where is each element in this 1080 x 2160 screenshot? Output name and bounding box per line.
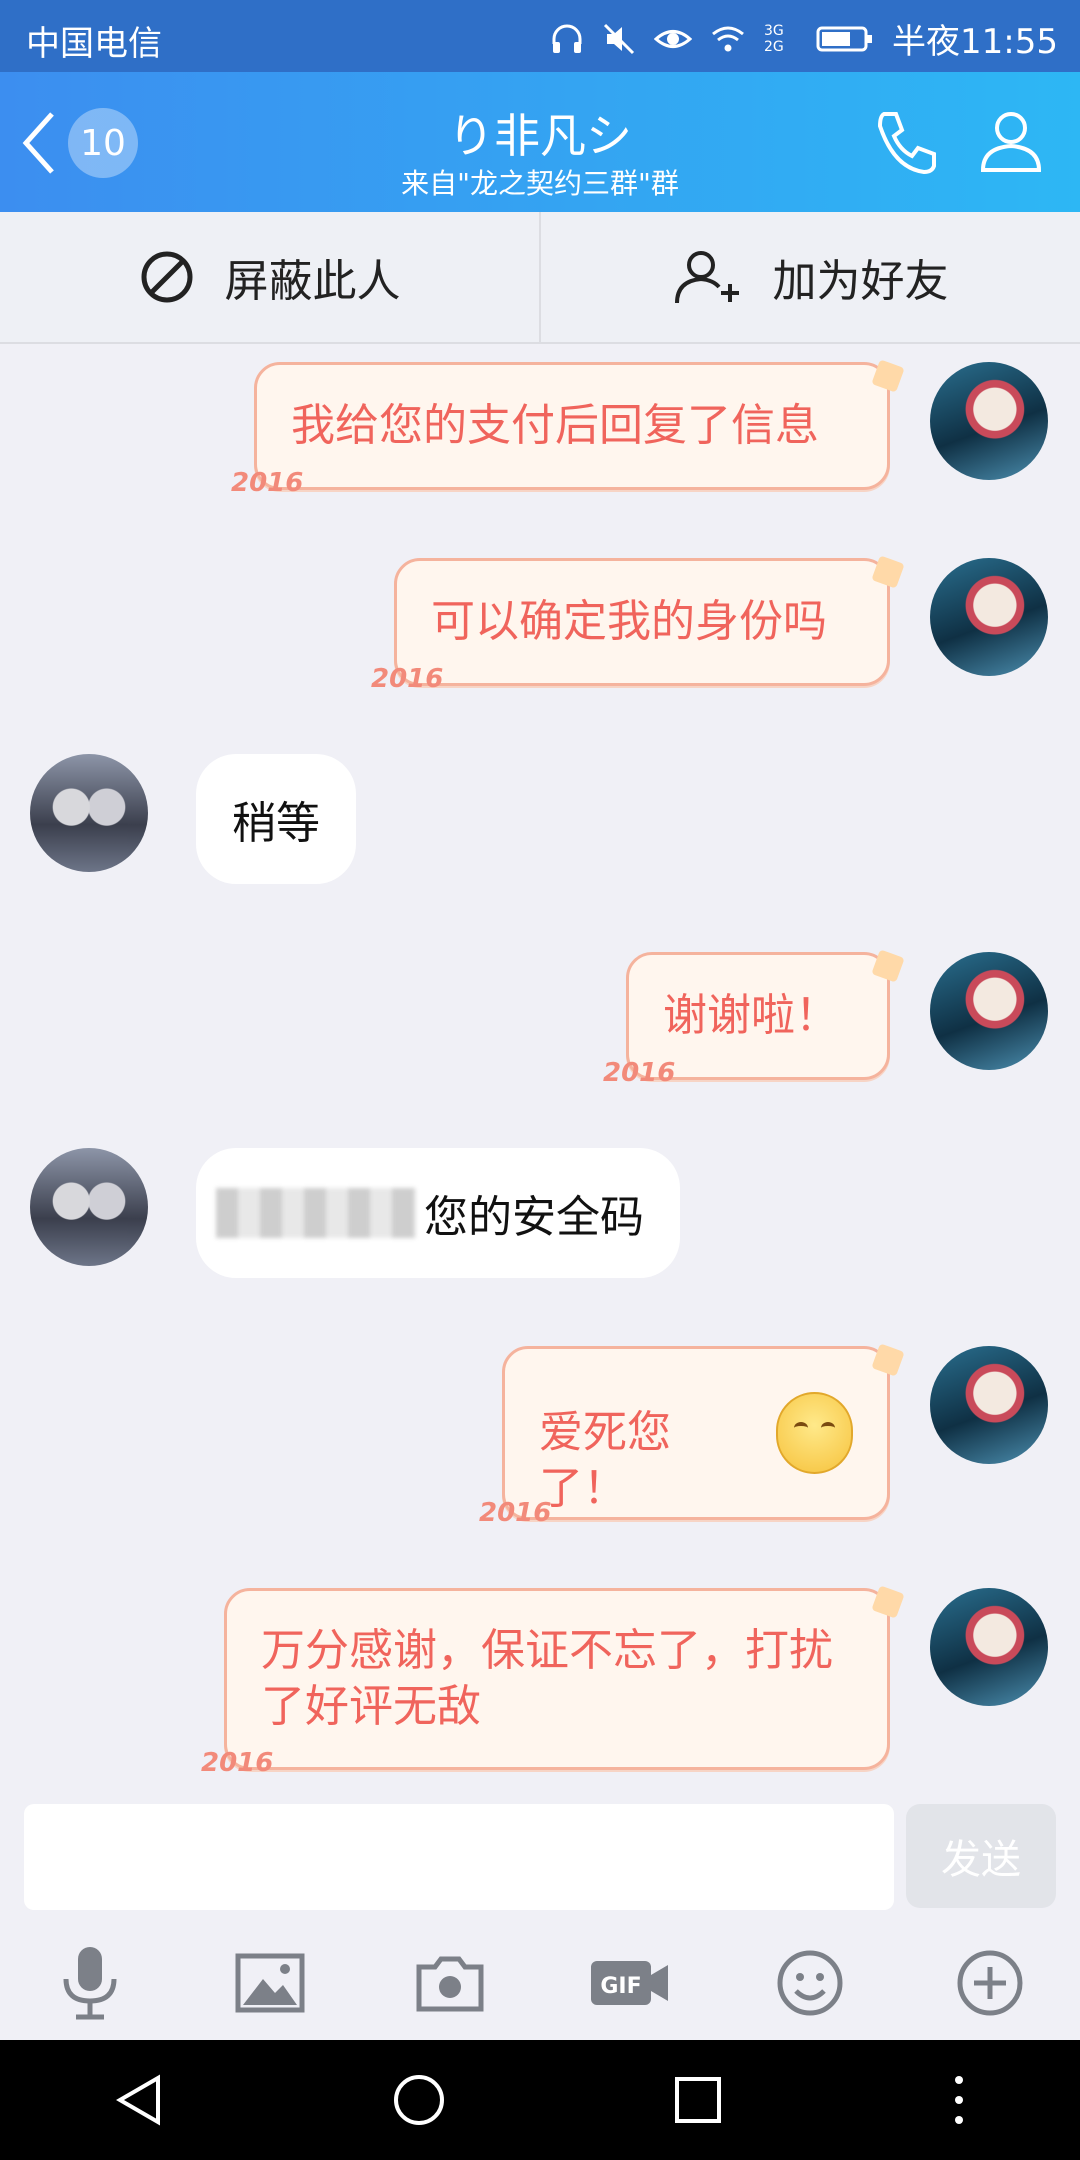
svg-text:GIF: GIF bbox=[600, 1974, 641, 1999]
menu-dots-icon[interactable] bbox=[949, 2072, 969, 2128]
wifi-icon bbox=[712, 26, 744, 51]
carrier-label: 中国电信 bbox=[26, 24, 162, 64]
status-bar: 中国电信 3G 2G 半夜11:55 bbox=[0, 0, 1080, 72]
incoming-message[interactable]: 您的安全码 bbox=[196, 1148, 680, 1278]
bubble-2016-decoration: 2016 bbox=[231, 468, 304, 498]
message-text: 稍等 bbox=[232, 798, 320, 849]
bubble-2016-decoration: 2016 bbox=[371, 664, 444, 694]
mute-icon bbox=[603, 23, 635, 54]
message-row: 爱死您了！ 2016 bbox=[0, 1346, 1080, 1528]
stranger-action-bar: 屏蔽此人 加为好友 bbox=[0, 212, 1080, 344]
add-friend-label: 加为好友 bbox=[772, 256, 949, 307]
bubble-2016-decoration: 2016 bbox=[479, 1498, 552, 1528]
blurred-text bbox=[216, 1188, 416, 1238]
microphone-icon bbox=[63, 1947, 117, 2020]
message-text: 我给您的支付后回复了信息 bbox=[291, 400, 819, 451]
outgoing-message[interactable]: 可以确定我的身份吗 2016 bbox=[371, 558, 890, 694]
outgoing-message[interactable]: 爱死您了！ 2016 bbox=[479, 1346, 890, 1528]
battery-icon bbox=[816, 26, 873, 51]
message-text: 您的安全码 bbox=[424, 1192, 644, 1243]
clock: 半夜11:55 bbox=[892, 22, 1058, 62]
gif-icon: GIF bbox=[591, 1961, 668, 2005]
recents-square-icon[interactable] bbox=[670, 2072, 726, 2128]
message-text: 谢谢啦！ bbox=[663, 990, 839, 1041]
my-avatar[interactable] bbox=[930, 362, 1048, 480]
send-button[interactable]: 发送 bbox=[906, 1804, 1056, 1908]
bubble-2016-decoration: 2016 bbox=[201, 1748, 274, 1778]
contact-avatar[interactable] bbox=[30, 1148, 148, 1266]
chat-header: 10 り非凡シ 来自"龙之契约三群"群 bbox=[0, 72, 1080, 212]
add-friend-icon bbox=[674, 251, 739, 304]
my-avatar[interactable] bbox=[930, 952, 1048, 1070]
back-triangle-icon[interactable] bbox=[112, 2072, 168, 2128]
message-row: 您的安全码 bbox=[0, 1148, 1080, 1278]
emoji-button[interactable] bbox=[760, 1933, 860, 2033]
block-label: 屏蔽此人 bbox=[224, 256, 401, 307]
outgoing-message[interactable]: 我给您的支付后回复了信息 2016 bbox=[231, 362, 890, 498]
message-text: 可以确定我的身份吗 bbox=[431, 596, 827, 647]
contact-avatar[interactable] bbox=[30, 754, 148, 872]
more-button[interactable] bbox=[940, 1933, 1040, 2033]
eye-icon bbox=[654, 29, 693, 48]
voice-button[interactable] bbox=[40, 1933, 140, 2033]
image-icon bbox=[235, 1953, 305, 2013]
headphones-icon bbox=[552, 24, 582, 53]
system-nav-bar bbox=[0, 2040, 1080, 2160]
smile-emoji-icon bbox=[775, 1392, 853, 1474]
plus-icon bbox=[957, 1950, 1023, 2016]
camera-button[interactable] bbox=[400, 1933, 500, 2033]
my-avatar[interactable] bbox=[930, 558, 1048, 676]
gif-button[interactable]: GIF bbox=[580, 1933, 680, 2033]
status-icons: 3G 2G 半夜11:55 bbox=[550, 14, 1058, 63]
home-circle-icon[interactable] bbox=[391, 2072, 447, 2128]
input-toolbar: GIF bbox=[0, 1926, 1080, 2040]
message-row: 万分感谢，保证不忘了，打扰了好评无敌 2016 bbox=[0, 1588, 1080, 1778]
my-avatar[interactable] bbox=[930, 1588, 1048, 1706]
outgoing-message[interactable]: 谢谢啦！ 2016 bbox=[603, 952, 890, 1088]
block-button[interactable]: 屏蔽此人 bbox=[0, 212, 539, 342]
profile-button[interactable] bbox=[975, 106, 1047, 182]
input-bar: 发送 bbox=[0, 1790, 1080, 1910]
add-friend-button[interactable]: 加为好友 bbox=[539, 212, 1080, 342]
person-icon bbox=[980, 112, 1042, 172]
message-input[interactable] bbox=[24, 1804, 894, 1910]
bubble-2016-decoration: 2016 bbox=[603, 1058, 676, 1088]
image-button[interactable] bbox=[220, 1933, 320, 2033]
message-row: 谢谢啦！ 2016 bbox=[0, 952, 1080, 1088]
outgoing-message[interactable]: 万分感谢，保证不忘了，打扰了好评无敌 2016 bbox=[201, 1588, 890, 1778]
camera-icon bbox=[416, 1956, 484, 2012]
my-avatar[interactable] bbox=[930, 1346, 1048, 1464]
phone-icon bbox=[877, 112, 936, 175]
message-text: 万分感谢，保证不忘了，打扰了好评无敌 bbox=[261, 1625, 833, 1732]
message-text: 爱死您了！ bbox=[539, 1407, 671, 1514]
message-row: 我给您的支付后回复了信息 2016 bbox=[0, 362, 1080, 498]
message-row: 稍等 bbox=[0, 754, 1080, 884]
emoji-icon bbox=[777, 1950, 843, 2016]
message-row: 可以确定我的身份吗 2016 bbox=[0, 558, 1080, 694]
call-button[interactable] bbox=[870, 106, 942, 182]
block-icon bbox=[141, 251, 192, 303]
incoming-message[interactable]: 稍等 bbox=[196, 754, 356, 884]
network-label: 3G 2G bbox=[764, 22, 784, 55]
